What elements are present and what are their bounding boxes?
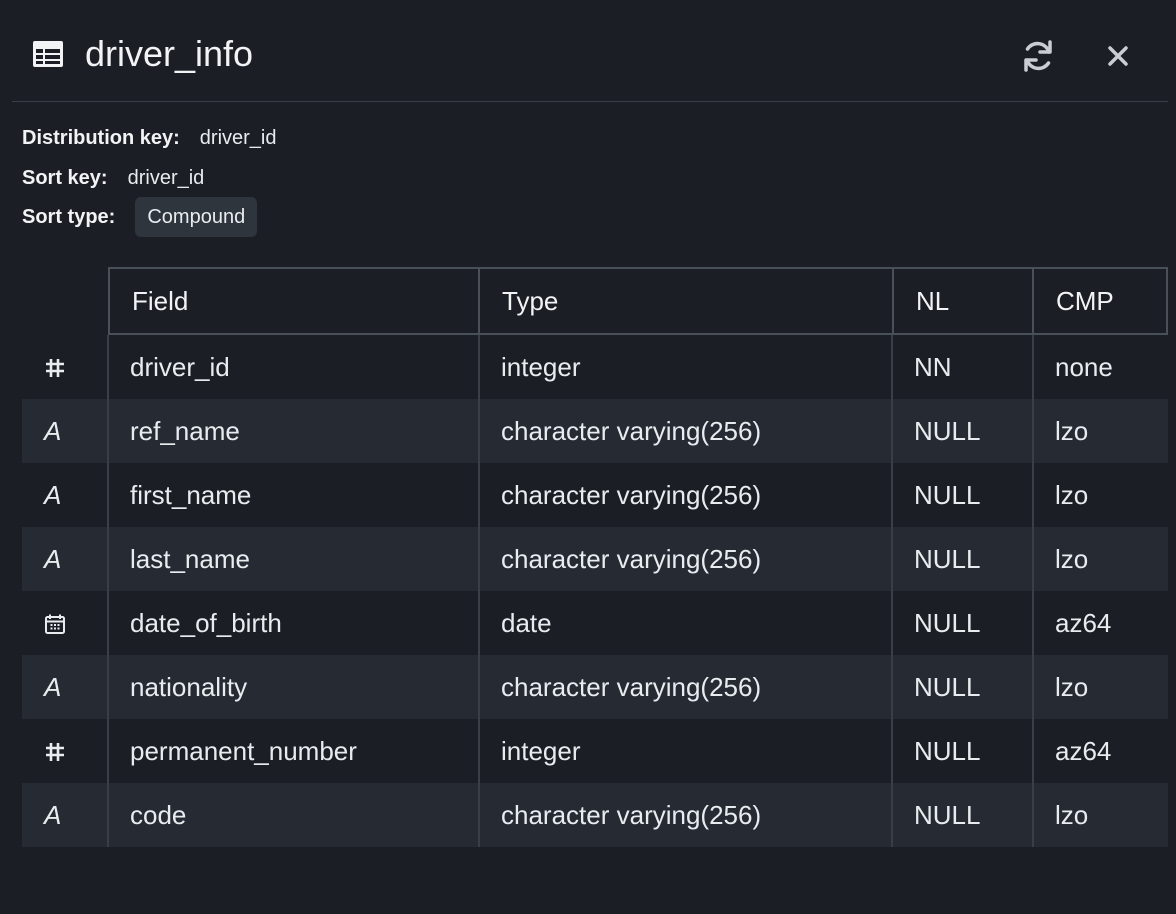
cell-nl: NULL bbox=[914, 736, 981, 766]
sort-key-value: driver_id bbox=[127, 166, 205, 189]
cell-cmp: lzo bbox=[1055, 480, 1089, 510]
table-row[interactable]: Afirst_name character varying(256) NULL lzo bbox=[22, 463, 1168, 527]
row-type-icon-cell: A bbox=[22, 783, 108, 847]
cell-type: character varying(256) bbox=[501, 800, 762, 830]
cell-field: first_name bbox=[130, 480, 252, 510]
close-button[interactable] bbox=[1100, 36, 1136, 76]
column-header-type[interactable]: Type bbox=[478, 267, 894, 335]
cell-field: driver_id bbox=[130, 352, 230, 382]
cell-type: integer bbox=[501, 736, 581, 766]
cell-cmp: lzo bbox=[1055, 800, 1089, 830]
text-a-icon: A bbox=[44, 416, 62, 446]
text-a-icon: A bbox=[44, 800, 62, 830]
table-row[interactable]: Aref_name character varying(256) NULL lzo bbox=[22, 399, 1168, 463]
cell-type: character varying(256) bbox=[501, 544, 762, 574]
cell-cmp: az64 bbox=[1055, 736, 1112, 766]
column-header-field[interactable]: Field bbox=[108, 267, 480, 335]
cell-field: nationality bbox=[130, 672, 248, 702]
distribution-key-value: driver_id bbox=[199, 126, 277, 149]
table-row[interactable]: Acode character varying(256) NULL lzo bbox=[22, 783, 1168, 847]
number-grid-icon bbox=[46, 743, 64, 761]
cell-nl: NULL bbox=[914, 608, 981, 638]
cell-type: character varying(256) bbox=[501, 480, 762, 510]
text-a-icon: A bbox=[44, 544, 62, 574]
page-title: driver_info bbox=[85, 33, 254, 74]
cell-cmp: az64 bbox=[1055, 608, 1112, 638]
table-row[interactable]: date_of_birth date NULL az64 bbox=[22, 591, 1168, 655]
column-header-cmp[interactable]: CMP bbox=[1032, 267, 1168, 335]
table-icon bbox=[33, 41, 63, 67]
column-divider bbox=[1032, 335, 1034, 847]
row-type-icon-cell bbox=[22, 591, 108, 655]
sort-type-badge: Compound bbox=[135, 197, 258, 237]
column-divider bbox=[107, 335, 109, 847]
table-row[interactable]: Anationality character varying(256) NULL lz… bbox=[22, 655, 1168, 719]
cell-field: permanent_number bbox=[130, 736, 357, 766]
refresh-icon bbox=[1024, 40, 1052, 72]
refresh-button[interactable] bbox=[1018, 36, 1058, 76]
cell-field: code bbox=[130, 800, 187, 830]
sort-key-label: Sort key: bbox=[22, 166, 108, 189]
cell-type: character varying(256) bbox=[501, 672, 762, 702]
cell-type: character varying(256) bbox=[501, 416, 762, 446]
table-row[interactable]: driver_id integer NN none bbox=[22, 335, 1168, 399]
cell-cmp: lzo bbox=[1055, 416, 1089, 446]
cell-field: date_of_birth bbox=[130, 608, 282, 638]
cell-type: date bbox=[501, 608, 552, 638]
cell-nl: NULL bbox=[914, 480, 981, 510]
cell-type: integer bbox=[501, 352, 581, 382]
sort-type-row: Sort type: Compound bbox=[22, 197, 258, 237]
row-type-icon-cell: A bbox=[22, 399, 108, 463]
cell-cmp: lzo bbox=[1055, 544, 1089, 574]
cell-nl: NN bbox=[914, 352, 952, 382]
cell-cmp: none bbox=[1055, 352, 1113, 382]
cell-field: last_name bbox=[130, 544, 250, 574]
row-type-icon-cell bbox=[22, 719, 108, 783]
column-divider bbox=[891, 335, 893, 847]
row-type-icon-cell: A bbox=[22, 527, 108, 591]
row-type-icon-cell bbox=[22, 335, 108, 399]
close-icon bbox=[1108, 46, 1128, 66]
cell-field: ref_name bbox=[130, 416, 240, 446]
sort-type-label: Sort type: bbox=[22, 205, 116, 228]
calendar-icon bbox=[45, 614, 65, 634]
number-grid-icon bbox=[46, 359, 64, 377]
cell-nl: NULL bbox=[914, 544, 981, 574]
cell-cmp: lzo bbox=[1055, 672, 1089, 702]
row-type-icon-cell: A bbox=[22, 463, 108, 527]
column-divider bbox=[478, 335, 480, 847]
cell-nl: NULL bbox=[914, 416, 981, 446]
text-a-icon: A bbox=[44, 672, 62, 702]
table-row[interactable]: Alast_name character varying(256) NULL lzo bbox=[22, 527, 1168, 591]
distribution-key-label: Distribution key: bbox=[22, 126, 180, 149]
table-row[interactable]: permanent_number integer NULL az64 bbox=[22, 719, 1168, 783]
cell-nl: NULL bbox=[914, 672, 981, 702]
sort-key-row: Sort key: driver_id bbox=[22, 158, 204, 198]
distribution-key-row: Distribution key: driver_id bbox=[22, 118, 277, 158]
panel-header: driver_info bbox=[12, 0, 1168, 102]
table-header: Field Type NL CMP bbox=[108, 267, 1168, 335]
cell-nl: NULL bbox=[914, 800, 981, 830]
row-type-icon-cell: A bbox=[22, 655, 108, 719]
column-header-nl[interactable]: NL bbox=[892, 267, 1034, 335]
text-a-icon: A bbox=[44, 480, 62, 510]
